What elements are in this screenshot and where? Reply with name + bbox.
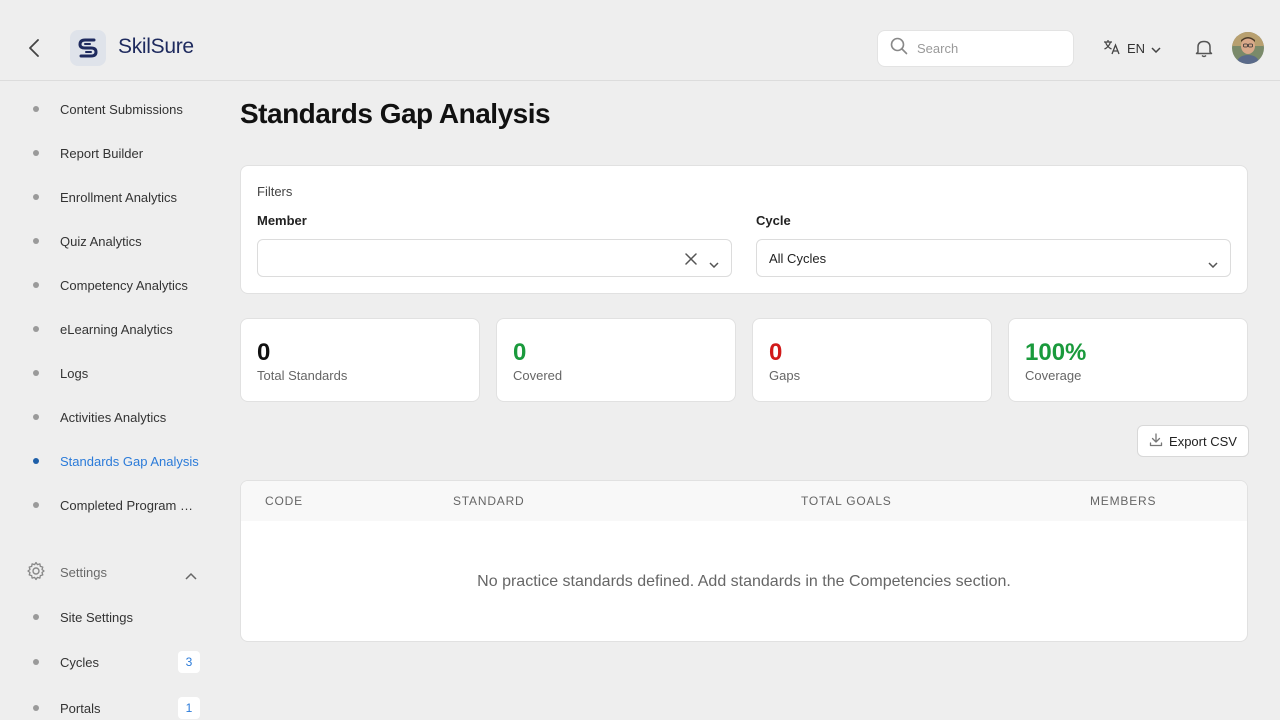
bullet-dot xyxy=(33,326,39,332)
bullet-dot xyxy=(33,282,39,288)
member-select[interactable] xyxy=(257,239,732,277)
sidebar-item-label: Report Builder xyxy=(60,145,144,161)
count-badge: 1 xyxy=(178,697,200,719)
sidebar-item-quiz-analytics[interactable]: Quiz Analytics xyxy=(26,226,206,256)
sidebar-item-label: Completed Program Reports xyxy=(60,497,200,513)
stat-label: Covered xyxy=(513,368,563,383)
gear-icon xyxy=(26,561,46,586)
column-header-members[interactable]: MEMBERS xyxy=(1090,494,1156,508)
bullet-dot xyxy=(33,614,39,620)
filters-title: Filters xyxy=(257,184,293,199)
sidebar-item-enrollment-analytics[interactable]: Enrollment Analytics xyxy=(26,182,206,212)
chevron-up-icon[interactable] xyxy=(185,567,197,585)
notification-bell-icon[interactable] xyxy=(1193,37,1215,59)
stat-card-covered: 0 Covered xyxy=(496,318,736,402)
back-icon[interactable] xyxy=(22,36,46,60)
sidebar-item-site-settings[interactable]: Site Settings xyxy=(26,602,206,632)
sidebar-item-elearning-analytics[interactable]: eLearning Analytics xyxy=(26,314,206,344)
member-label: Member xyxy=(257,213,307,228)
cycle-label: Cycle xyxy=(756,213,791,228)
stat-value: 0 xyxy=(257,339,271,366)
sidebar-item-content-submissions[interactable]: Content Submissions xyxy=(26,94,206,124)
sidebar-item-cycles[interactable]: Cycles 3 xyxy=(26,647,206,677)
stat-card-coverage: 100% Coverage xyxy=(1008,318,1248,402)
stat-value: 0 xyxy=(513,339,527,366)
stat-card-total-standards: 0 Total Standards xyxy=(240,318,480,402)
table-header: CODE STANDARD TOTAL GOALS MEMBERS xyxy=(241,481,1247,521)
empty-state-message: No practice standards defined. Add stand… xyxy=(477,573,1011,590)
bullet-dot xyxy=(33,414,39,420)
sidebar-item-label: Site Settings xyxy=(60,609,133,625)
bullet-dot xyxy=(33,705,39,711)
chevron-down-icon xyxy=(709,255,719,273)
sidebar-item-standards-gap-analysis[interactable]: Standards Gap Analysis xyxy=(26,446,206,476)
bullet-dot xyxy=(33,502,39,508)
count-badge: 3 xyxy=(178,651,200,673)
chevron-down-icon xyxy=(1208,255,1218,273)
bullet-dot xyxy=(33,106,39,112)
filters-card: Filters Member Cycle All Cycles xyxy=(240,165,1248,294)
sidebar-item-logs[interactable]: Logs xyxy=(26,358,206,388)
page-title: Standards Gap Analysis xyxy=(240,98,551,129)
app-name: SkilSure xyxy=(118,35,194,58)
sidebar-item-label: Content Submissions xyxy=(60,101,183,117)
sidebar-item-label: Competency Analytics xyxy=(60,277,188,293)
language-selector[interactable]: EN xyxy=(1103,38,1161,58)
bullet-dot xyxy=(33,238,39,244)
sidebar: Content Submissions Report Builder Enrol… xyxy=(0,81,220,720)
search-icon xyxy=(890,37,908,60)
stat-card-gaps: 0 Gaps xyxy=(752,318,992,402)
sidebar-item-label: Cycles xyxy=(60,654,100,670)
search-input[interactable] xyxy=(917,41,1057,56)
export-csv-label: Export CSV xyxy=(1169,433,1237,449)
sidebar-item-completed-program-reports[interactable]: Completed Program Reports xyxy=(26,490,206,520)
sidebar-item-label: Standards Gap Analysis xyxy=(60,453,199,469)
translate-icon xyxy=(1103,39,1121,58)
stat-label: Gaps xyxy=(769,368,801,383)
column-header-standard[interactable]: STANDARD xyxy=(453,494,525,508)
clear-icon[interactable] xyxy=(685,252,697,270)
app-logo-icon[interactable] xyxy=(70,30,106,66)
cycle-value: All Cycles xyxy=(769,251,827,266)
settings-label: Settings xyxy=(60,564,107,580)
sidebar-item-label: Enrollment Analytics xyxy=(60,189,178,205)
language-label: EN xyxy=(1127,40,1146,56)
search-box[interactable] xyxy=(877,30,1074,67)
stat-label: Coverage xyxy=(1025,368,1082,383)
sidebar-item-label: Activities Analytics xyxy=(60,409,167,425)
download-icon xyxy=(1149,432,1163,450)
sidebar-item-competency-analytics[interactable]: Competency Analytics xyxy=(26,270,206,300)
sidebar-item-label: Portals xyxy=(60,700,101,716)
column-header-code[interactable]: CODE xyxy=(265,494,303,508)
stat-value: 100% xyxy=(1025,339,1087,366)
sidebar-item-report-builder[interactable]: Report Builder xyxy=(26,138,206,168)
bullet-dot xyxy=(33,458,39,464)
sidebar-item-activities-analytics[interactable]: Activities Analytics xyxy=(26,402,206,432)
sidebar-item-label: Logs xyxy=(60,365,89,381)
sidebar-item-portals[interactable]: Portals 1 xyxy=(26,693,206,720)
user-avatar[interactable] xyxy=(1232,32,1264,64)
column-header-total-goals[interactable]: TOTAL GOALS xyxy=(801,494,892,508)
bullet-dot xyxy=(33,659,39,665)
stat-value: 0 xyxy=(769,339,783,366)
bullet-dot xyxy=(33,194,39,200)
sidebar-section-settings[interactable]: Settings xyxy=(26,560,206,584)
sidebar-item-label: Quiz Analytics xyxy=(60,233,142,249)
stat-label: Total Standards xyxy=(257,368,348,383)
top-header: SkilSure EN xyxy=(0,0,1280,81)
export-csv-button[interactable]: Export CSV xyxy=(1137,425,1249,457)
sidebar-item-label: eLearning Analytics xyxy=(60,321,173,337)
cycle-select[interactable]: All Cycles xyxy=(756,239,1231,277)
standards-table: CODE STANDARD TOTAL GOALS MEMBERS No pra… xyxy=(240,480,1248,642)
bullet-dot xyxy=(33,150,39,156)
bullet-dot xyxy=(33,370,39,376)
chevron-down-icon xyxy=(1151,41,1161,56)
